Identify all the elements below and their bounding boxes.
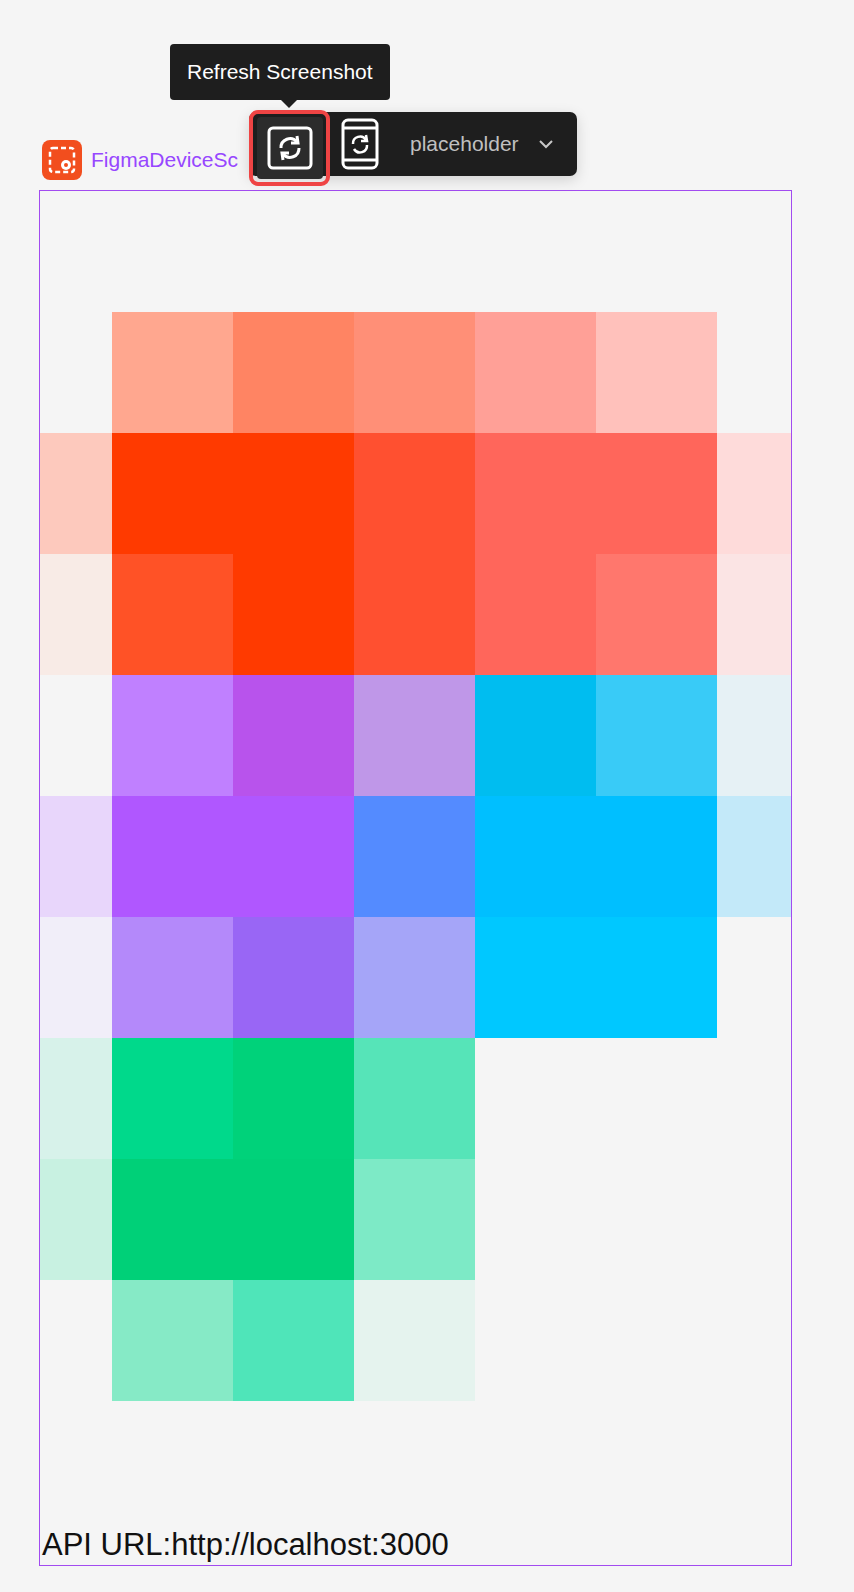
pixel-cell: [112, 675, 233, 796]
pixel-cell: [112, 796, 233, 917]
tooltip-text: Refresh Screenshot: [187, 60, 373, 84]
pixel-cell: [40, 1159, 112, 1280]
device-dropdown[interactable]: placeholder: [410, 132, 553, 156]
screenshot-plugin-icon: [42, 140, 82, 180]
pixel-cell: [596, 1159, 717, 1280]
pixel-cell: [40, 917, 112, 1038]
pixel-cell: [475, 1280, 596, 1401]
pixel-cell: [233, 796, 354, 917]
chevron-down-icon: [539, 140, 553, 149]
pixel-cell: [475, 675, 596, 796]
pixel-screenshot: [40, 312, 791, 1401]
pixel-cell: [354, 1159, 475, 1280]
pixel-cell: [112, 917, 233, 1038]
pixel-cell: [596, 554, 717, 675]
pixel-cell: [40, 312, 112, 433]
refresh-screenshot-button[interactable]: [249, 110, 330, 186]
pixel-cell: [40, 1038, 112, 1159]
pixel-cell: [233, 675, 354, 796]
plugin-toolbar: placeholder: [249, 112, 577, 176]
pixel-cell: [596, 1038, 717, 1159]
device-frame[interactable]: API URL:http://localhost:3000: [39, 190, 792, 1566]
api-url-text: API URL:http://localhost:3000: [40, 1401, 791, 1565]
pixel-cell: [233, 1038, 354, 1159]
pixel-cell: [717, 554, 791, 675]
pixel-cell: [112, 1038, 233, 1159]
pixel-cell: [717, 1038, 791, 1159]
pixel-cell: [40, 675, 112, 796]
pixel-cell: [40, 796, 112, 917]
pixel-cell: [354, 554, 475, 675]
pixel-cell: [596, 312, 717, 433]
dropdown-value: placeholder: [410, 132, 519, 156]
device-button[interactable]: [336, 112, 384, 176]
pixel-cell: [40, 433, 112, 554]
pixel-cell: [717, 312, 791, 433]
pixel-cell: [354, 1038, 475, 1159]
pixel-cell: [475, 796, 596, 917]
pixel-cell: [717, 1280, 791, 1401]
pixel-cell: [596, 796, 717, 917]
pixel-cell: [112, 1280, 233, 1401]
tooltip: Refresh Screenshot: [170, 44, 390, 100]
pixel-cell: [717, 675, 791, 796]
pixel-cell: [112, 1159, 233, 1280]
pixel-cell: [233, 554, 354, 675]
frame-label[interactable]: FigmaDeviceSc: [91, 148, 238, 172]
pixel-cell: [233, 433, 354, 554]
pixel-cell: [596, 675, 717, 796]
pixel-cell: [354, 433, 475, 554]
pixel-cell: [354, 312, 475, 433]
pixel-cell: [596, 433, 717, 554]
pixel-cell: [596, 1280, 717, 1401]
refresh-screenshot-icon: [266, 125, 314, 171]
pixel-cell: [475, 1038, 596, 1159]
pixel-cell: [475, 1159, 596, 1280]
pixel-cell: [112, 433, 233, 554]
pixel-cell: [354, 917, 475, 1038]
pixel-cell: [717, 433, 791, 554]
pixel-cell: [717, 796, 791, 917]
pixel-cell: [475, 554, 596, 675]
pixel-cell: [717, 917, 791, 1038]
pixel-cell: [475, 917, 596, 1038]
pixel-cell: [112, 312, 233, 433]
pixel-cell: [475, 433, 596, 554]
pixel-cell: [354, 1280, 475, 1401]
pixel-cell: [112, 554, 233, 675]
pixel-cell: [233, 1159, 354, 1280]
pixel-cell: [354, 796, 475, 917]
pixel-cell: [717, 1159, 791, 1280]
pixel-cell: [233, 312, 354, 433]
device-refresh-icon: [341, 118, 379, 170]
pixel-cell: [475, 312, 596, 433]
pixel-cell: [40, 554, 112, 675]
pixel-cell: [596, 917, 717, 1038]
pixel-cell: [233, 1280, 354, 1401]
pixel-cell: [40, 1280, 112, 1401]
pixel-cell: [354, 675, 475, 796]
pixel-cell: [233, 917, 354, 1038]
canvas: FigmaDeviceSc API URL:http://localhost:3…: [0, 0, 854, 1592]
